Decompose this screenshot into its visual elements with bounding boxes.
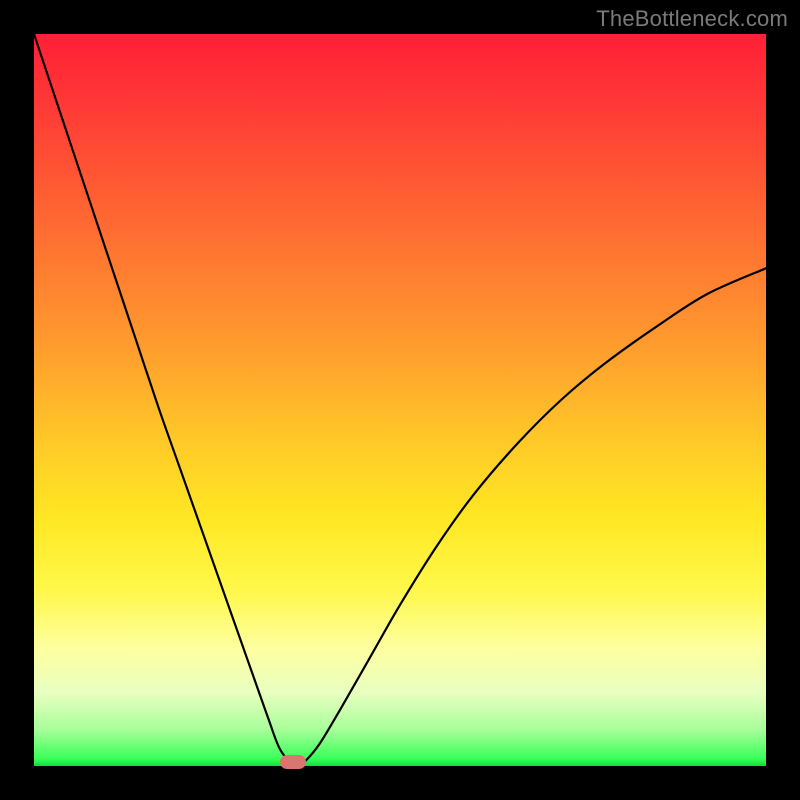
- watermark-text: TheBottleneck.com: [596, 6, 788, 32]
- plot-area: [34, 34, 766, 766]
- chart-frame: TheBottleneck.com: [0, 0, 800, 800]
- minimum-marker: [280, 755, 306, 769]
- bottleneck-curve: [34, 34, 766, 766]
